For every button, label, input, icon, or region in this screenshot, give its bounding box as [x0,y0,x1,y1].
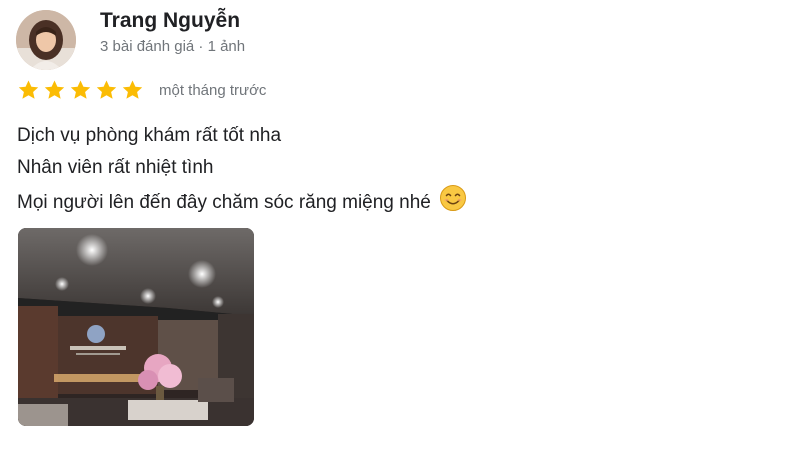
smiling-face-icon [439,185,466,211]
review-text-line-last: Mọi người lên đến đây chăm sóc răng miện… [17,184,467,219]
rating-row: một tháng trước [16,78,266,102]
review-text-line: Dịch vụ phòng khám rất tốt nha [17,125,282,146]
review-text: Dịch vụ phòng khám rất tốt nha Nhân viên… [17,120,467,219]
review-card: Trang Nguyễn 3 bài đánh giá · 1 ảnh một … [0,0,800,450]
author-meta: 3 bài đánh giá · 1 ảnh [100,38,246,55]
author-name[interactable]: Trang Nguyễn [100,9,240,33]
user-avatar-photo [16,10,76,70]
star-rating [16,78,145,102]
review-text-line: Nhân viên rất nhiệt tình [17,157,214,178]
star-icon [70,80,91,99]
clinic-interior-photo [18,228,254,426]
review-text-line-content: Mọi người lên đến đây chăm sóc răng miện… [17,192,431,213]
star-icon [18,80,39,99]
avatar[interactable] [16,10,76,70]
star-icon [44,80,65,99]
star-icon [122,80,143,99]
star-icon [96,80,117,99]
review-photo[interactable] [18,228,254,426]
review-time: một tháng trước [159,81,267,99]
